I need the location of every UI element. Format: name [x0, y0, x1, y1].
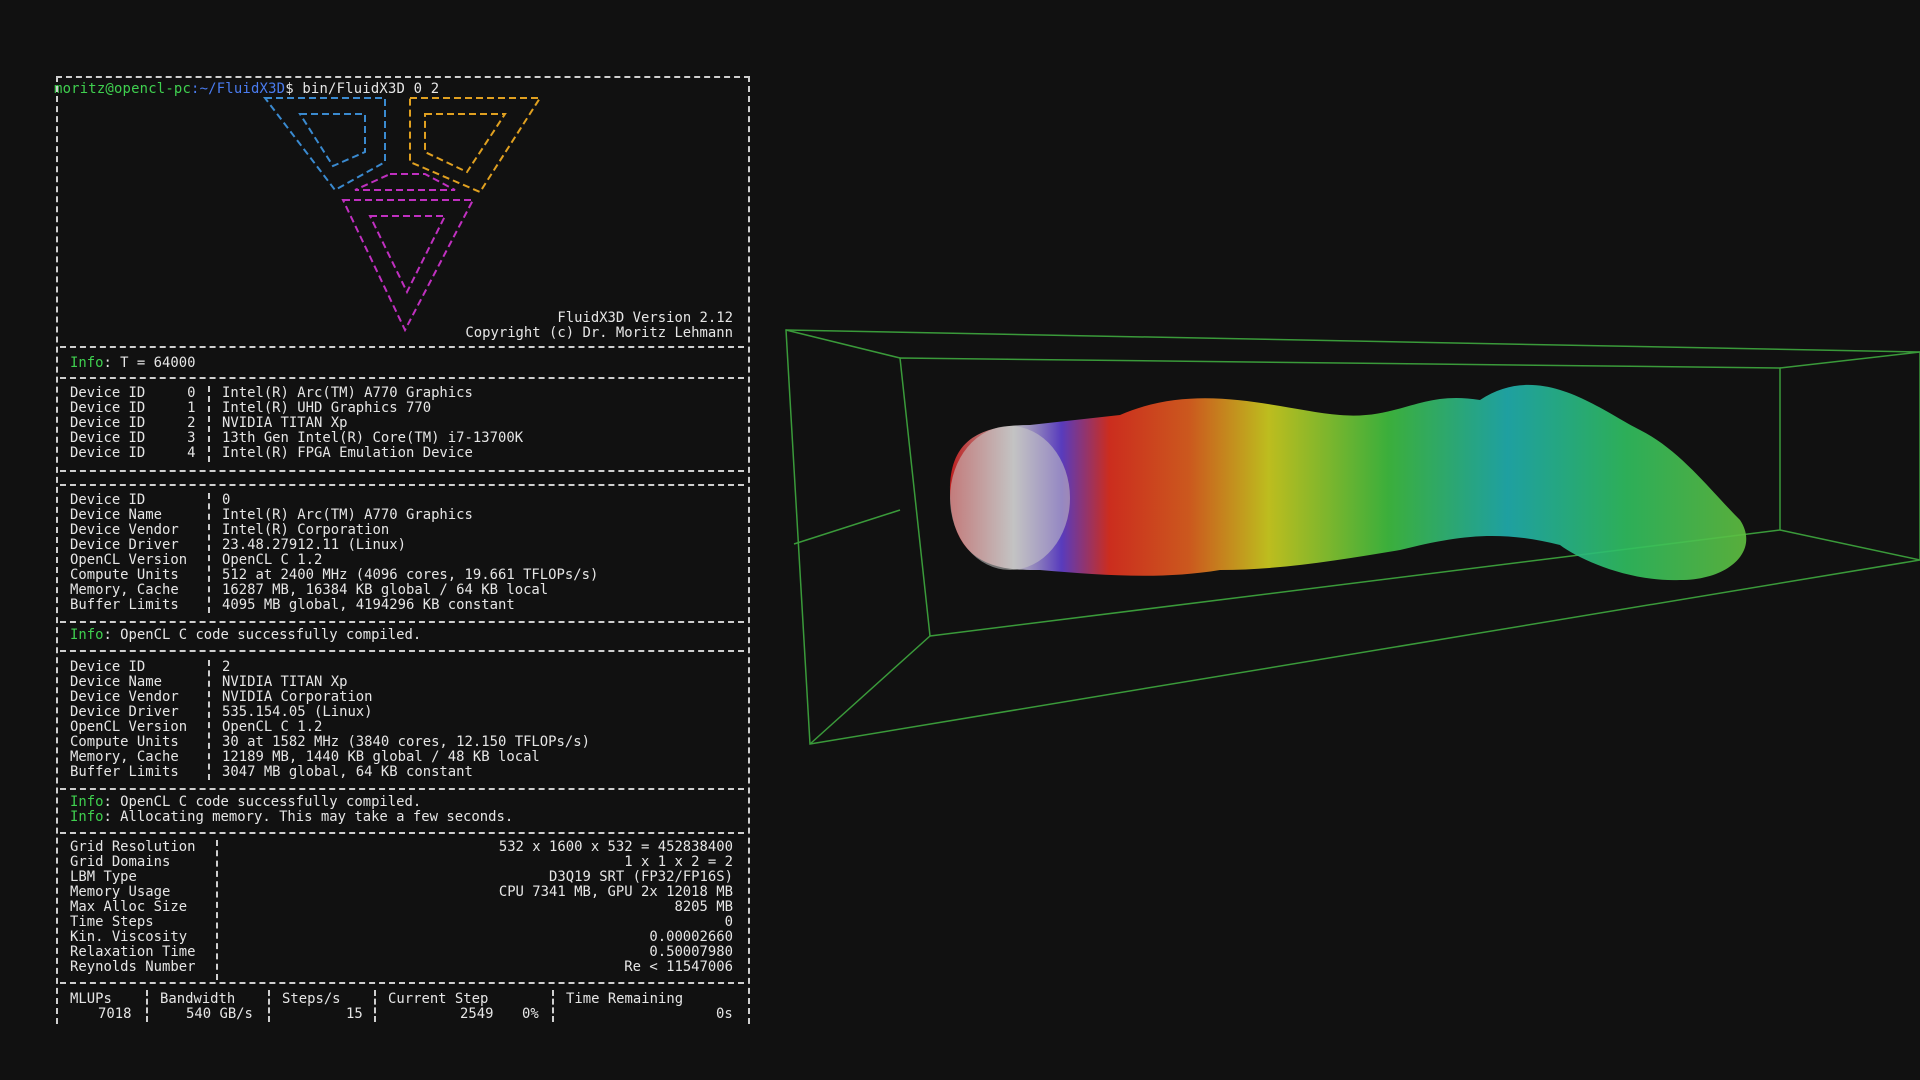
sim-key: Time Steps — [70, 914, 154, 930]
device-b-value: NVIDIA TITAN Xp — [222, 674, 348, 690]
bandwidth-label: Bandwidth — [160, 991, 236, 1007]
device-a-key: Device Driver — [70, 537, 179, 553]
info-line-alloc: Info: Allocating memory. This may take a… — [70, 809, 514, 825]
device-b-key: Device Driver — [70, 704, 179, 720]
mlups-value: 7018 — [98, 1006, 132, 1022]
device-a-key: Buffer Limits — [70, 597, 179, 613]
steps-label: Steps/s — [282, 991, 341, 1007]
column-divider — [216, 840, 218, 980]
steps-value: 15 — [346, 1006, 363, 1022]
sphere-shading — [950, 426, 1070, 570]
sim-key: Memory Usage — [70, 884, 171, 900]
device-b-value: NVIDIA Corporation — [222, 689, 373, 705]
sim-value: 532 x 1600 x 532 = 452838400 — [498, 839, 733, 855]
device-list-row: Device ID 2 — [70, 415, 196, 431]
device-name: Intel(R) FPGA Emulation Device — [222, 445, 473, 461]
device-b-value: 12189 MB, 1440 KB global / 48 KB local — [222, 749, 540, 765]
sim-value: 1 x 1 x 2 = 2 — [624, 854, 733, 870]
divider — [60, 470, 744, 472]
time-remaining-label: Time Remaining — [566, 991, 684, 1007]
device-a-value: Intel(R) Corporation — [222, 522, 390, 538]
sim-value: 0.50007980 — [649, 944, 733, 960]
sim-value: 0 — [724, 914, 733, 930]
device-name: NVIDIA TITAN Xp — [222, 415, 348, 431]
divider — [60, 832, 744, 834]
version-text: FluidX3D Version 2.12 — [557, 310, 733, 326]
device-b-key: Device Name — [70, 674, 162, 690]
time-remaining-value: 0s — [716, 1006, 733, 1022]
device-name: 13th Gen Intel(R) Core(TM) i7-13700K — [222, 430, 524, 446]
device-list-row: Device ID 1 — [70, 400, 196, 416]
simulation-visualization — [785, 329, 1920, 745]
column-divider — [208, 386, 210, 462]
device-a-value: 23.48.27912.11 (Linux) — [222, 537, 406, 553]
sim-value: 8205 MB — [674, 899, 733, 915]
fluidx3d-logo — [262, 97, 542, 332]
device-b-value: 2 — [222, 659, 231, 675]
device-list-row: Device ID 3 — [70, 430, 196, 446]
current-step-value: 2549 — [460, 1006, 494, 1022]
device-b-value: 535.154.05 (Linux) — [222, 704, 373, 720]
device-name: Intel(R) UHD Graphics 770 — [222, 400, 432, 416]
sim-value: 0.00002660 — [649, 929, 733, 945]
device-a-value: OpenCL C 1.2 — [222, 552, 323, 568]
device-a-key: Memory, Cache — [70, 582, 179, 598]
device-list-row: Device ID 4 — [70, 445, 196, 461]
device-b-value: OpenCL C 1.2 — [222, 719, 323, 735]
column-divider — [208, 493, 210, 613]
sim-key: Grid Domains — [70, 854, 171, 870]
column-divider — [552, 990, 554, 1022]
current-step-label: Current Step — [388, 991, 489, 1007]
divider — [60, 484, 744, 486]
device-b-key: Buffer Limits — [70, 764, 179, 780]
device-a-value: 0 — [222, 492, 231, 508]
device-a-value: Intel(R) Arc(TM) A770 Graphics — [222, 507, 473, 523]
sim-value: CPU 7341 MB, GPU 2x 12018 MB — [498, 884, 733, 900]
device-b-key: Memory, Cache — [70, 749, 179, 765]
device-list-row: Device ID 0 — [70, 385, 196, 401]
sim-value: Re < 11547006 — [624, 959, 733, 975]
device-b-key: Device ID — [70, 659, 146, 675]
divider — [60, 982, 744, 984]
sim-key: Relaxation Time — [70, 944, 196, 960]
sim-key: Kin. Viscosity — [70, 929, 188, 945]
device-b-value: 30 at 1582 MHz (3840 cores, 12.150 TFLOP… — [222, 734, 590, 750]
mlups-label: MLUPs — [70, 991, 112, 1007]
copyright-text: Copyright (c) Dr. Moritz Lehmann — [465, 325, 733, 341]
device-name: Intel(R) Arc(TM) A770 Graphics — [222, 385, 473, 401]
device-b-key: Device Vendor — [70, 689, 179, 705]
progress-percent: 0% — [522, 1006, 539, 1022]
divider — [60, 346, 744, 348]
device-a-key: OpenCL Version — [70, 552, 188, 568]
column-divider — [146, 990, 148, 1022]
device-a-key: Device ID — [70, 492, 146, 508]
device-b-value: 3047 MB global, 64 KB constant — [222, 764, 473, 780]
device-b-key: OpenCL Version — [70, 719, 188, 735]
sim-key: Max Alloc Size — [70, 899, 188, 915]
info-line-compiled: Info: OpenCL C code successfully compile… — [70, 794, 422, 810]
sim-value: D3Q19 SRT (FP32/FP16S) — [549, 869, 733, 885]
device-a-value: 16287 MB, 16384 KB global / 64 KB local — [222, 582, 549, 598]
device-a-key: Device Name — [70, 507, 162, 523]
sim-key: Reynolds Number — [70, 959, 196, 975]
bandwidth-value: 540 GB/s — [186, 1006, 253, 1022]
sim-key: Grid Resolution — [70, 839, 196, 855]
sim-key: LBM Type — [70, 869, 137, 885]
column-divider — [268, 990, 270, 1022]
flow-field — [950, 384, 1747, 581]
info-line-compiled: Info: OpenCL C code successfully compile… — [70, 627, 422, 643]
divider — [60, 621, 744, 623]
divider — [60, 650, 744, 652]
device-a-value: 4095 MB global, 4194296 KB constant — [222, 597, 515, 613]
info-line-t: Info: T = 64000 — [70, 355, 196, 371]
device-a-key: Compute Units — [70, 567, 179, 583]
column-divider — [208, 660, 210, 780]
column-divider — [374, 990, 376, 1022]
divider — [60, 377, 744, 379]
device-a-value: 512 at 2400 MHz (4096 cores, 19.661 TFLO… — [222, 567, 599, 583]
device-b-key: Compute Units — [70, 734, 179, 750]
device-a-key: Device Vendor — [70, 522, 179, 538]
divider — [60, 788, 744, 790]
